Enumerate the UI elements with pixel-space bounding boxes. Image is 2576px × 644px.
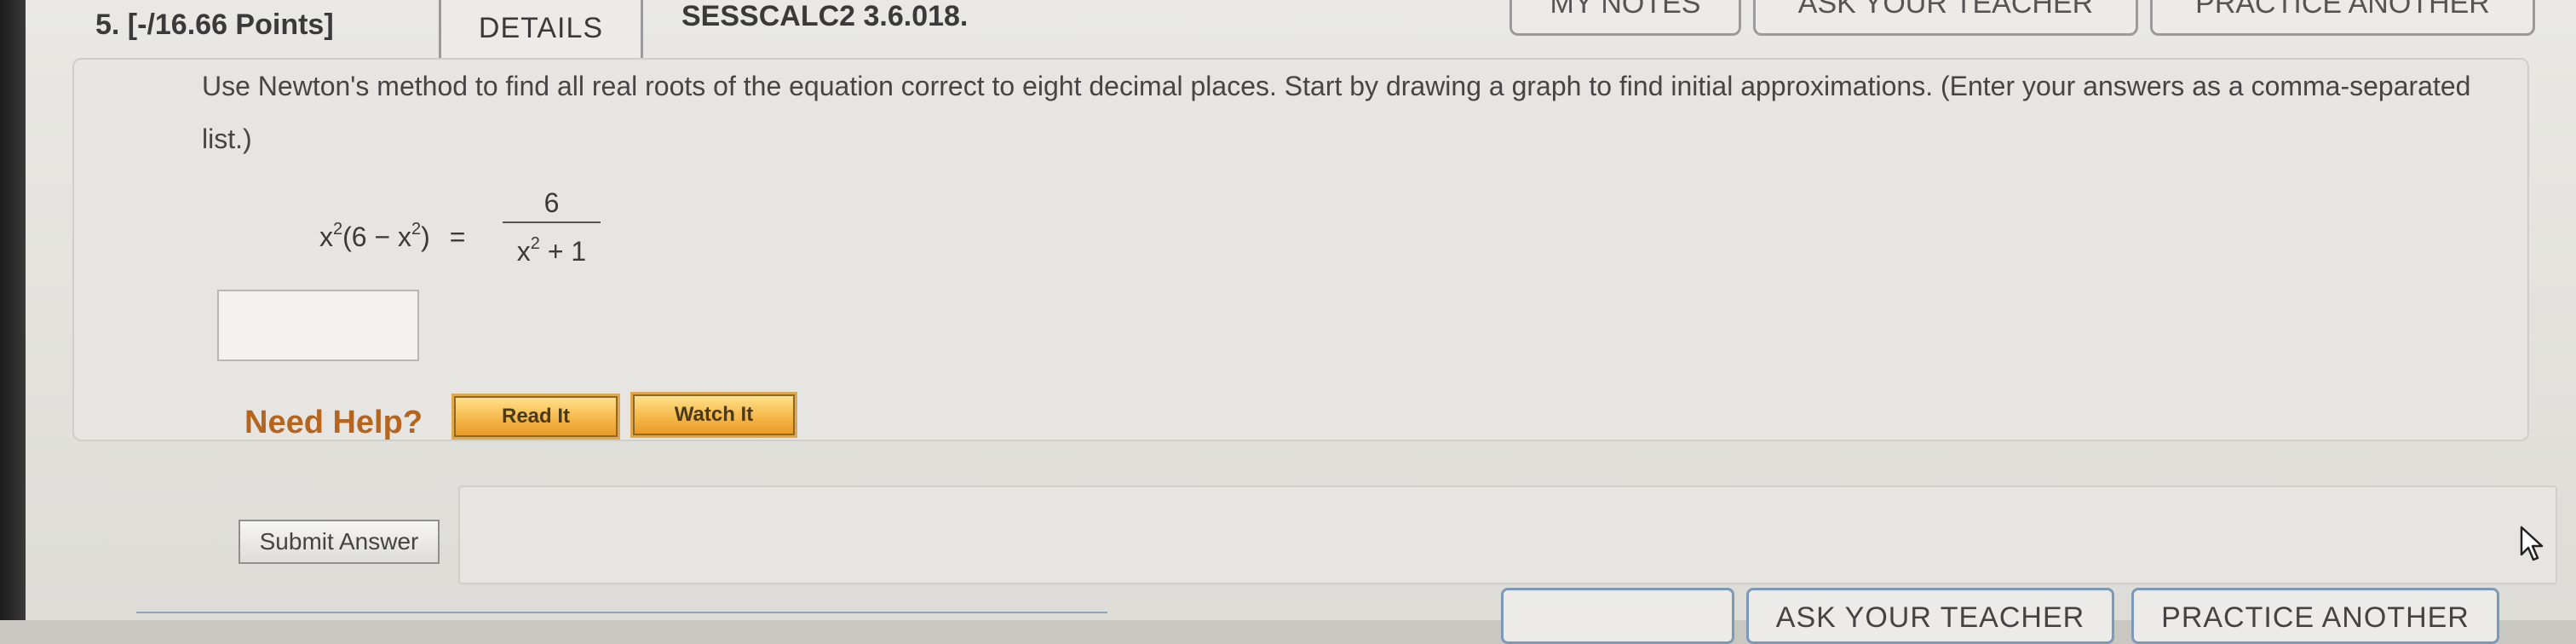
read-it-button[interactable]: Read It	[451, 394, 620, 440]
fraction-bar	[503, 221, 601, 223]
eq-close: )	[421, 221, 430, 252]
den-rest: + 1	[539, 236, 587, 267]
eq-exp: 2	[333, 220, 343, 239]
ask-your-teacher-bottom-label: ASK YOUR TEACHER	[1775, 601, 2085, 634]
question-prompt: Use Newton's method to find all real roo…	[202, 71, 2471, 154]
den-x: x	[516, 236, 531, 267]
submit-area	[458, 486, 2557, 584]
practice-another-top-button[interactable]: PRACTICE ANOTHER	[2150, 0, 2535, 36]
eq-open: (6 − x	[342, 221, 412, 252]
practice-another-bottom-button[interactable]: PRACTICE ANOTHER	[2131, 588, 2499, 644]
bottom-blank-button[interactable]	[1501, 588, 1734, 644]
fraction-numerator: 6	[543, 187, 560, 218]
my-notes-label: MY NOTES	[1550, 0, 1701, 20]
equation-fraction: 6 x2 + 1	[503, 186, 601, 268]
need-help-label: Need Help?	[244, 405, 423, 440]
eq-equals: =	[449, 221, 466, 252]
bottom-divider	[136, 612, 1107, 613]
eq-inner-exp: 2	[411, 220, 422, 239]
practice-another-top-label: PRACTICE ANOTHER	[2195, 0, 2490, 20]
ask-your-teacher-top-label: ASK YOUR TEACHER	[1797, 0, 2094, 20]
ask-your-teacher-top-button[interactable]: ASK YOUR TEACHER	[1753, 0, 2138, 36]
submit-answer-button[interactable]: Submit Answer	[239, 520, 440, 564]
question-number-points: 5. [-/16.66 Points]	[95, 9, 334, 41]
mouse-cursor-icon	[2520, 526, 2544, 561]
equation-lhs: x2(6 − x2) =	[319, 220, 465, 253]
details-tab[interactable]: DETAILS	[439, 0, 643, 64]
practice-another-bottom-label: PRACTICE ANOTHER	[2161, 601, 2470, 634]
answer-input[interactable]	[217, 290, 419, 361]
my-notes-button[interactable]: MY NOTES	[1509, 0, 1741, 36]
device-bezel	[0, 0, 26, 620]
ask-your-teacher-bottom-button[interactable]: ASK YOUR TEACHER	[1746, 588, 2114, 644]
fraction-denominator: x2 + 1	[503, 227, 601, 268]
den-exp: 2	[530, 234, 540, 253]
eq-x: x	[319, 221, 333, 252]
watch-it-button[interactable]: Watch It	[630, 392, 797, 438]
problem-code: SESSCALC2 3.6.018.	[681, 0, 969, 32]
